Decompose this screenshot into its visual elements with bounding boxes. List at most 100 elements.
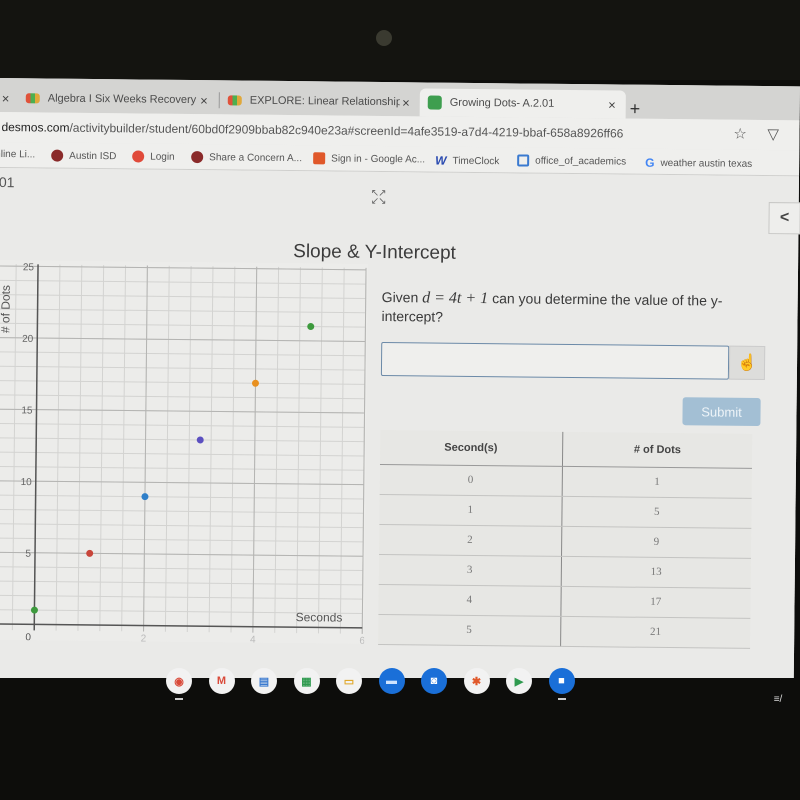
tab-close-button[interactable]: × <box>608 97 616 112</box>
bookmark-timeclock[interactable]: W TimeClock <box>435 154 499 169</box>
zoom-app-icon[interactable]: ■ <box>548 668 575 694</box>
bookmark-share-concern[interactable]: Share a Concern A... <box>191 151 302 164</box>
gmail-app-icon[interactable]: M <box>208 668 235 694</box>
graph-background <box>0 259 369 644</box>
bookmark-label: Login <box>150 151 175 163</box>
bookmark-label: TimeClock <box>452 155 500 167</box>
play-store-app-icon[interactable]: ▶ <box>506 668 532 694</box>
equation: d = 4t + 1 <box>422 289 489 308</box>
photos-app-icon[interactable]: ✱ <box>463 668 490 694</box>
files-app-icon[interactable]: ▬ <box>378 668 405 694</box>
table-row: 3 13 <box>378 553 752 588</box>
bookmark-google-signin[interactable]: Sign in - Google Ac... <box>313 152 425 165</box>
bookmark-star-icon[interactable]: ☆ <box>733 125 747 143</box>
y-tick-label: 25 <box>23 262 35 273</box>
screen-code: 01 <box>0 173 15 191</box>
new-tab-button[interactable]: + <box>630 99 641 120</box>
bookmark-label: office_of_academics <box>535 155 627 168</box>
tab-close-button[interactable]: × <box>200 93 208 108</box>
y-tick-label: 10 <box>21 477 33 488</box>
table-row: 4 17 <box>378 583 751 618</box>
slides-app-icon[interactable]: ▭ <box>336 668 362 694</box>
timeclock-w-icon: W <box>435 153 447 168</box>
cell-seconds: 4 <box>378 583 561 616</box>
cell-seconds: 2 <box>379 523 562 556</box>
x-axis-label: Seconds <box>296 610 343 624</box>
tab-close-partial[interactable]: × <box>0 84 14 112</box>
apple-icon <box>51 149 64 162</box>
cell-seconds: 0 <box>379 464 562 496</box>
column-header-dots: # of Dots <box>561 431 753 468</box>
sheets-app-icon[interactable]: ▦ <box>293 668 320 694</box>
cell-dots: 17 <box>560 585 751 618</box>
screen: × Algebra I Six Weeks Recovery M × EXPLO… <box>0 78 800 687</box>
running-indicator <box>557 698 566 700</box>
y-tick-label: 15 <box>21 405 33 416</box>
google-g-icon: G <box>645 155 655 170</box>
cell-dots: 21 <box>560 615 751 648</box>
status-tray-icon[interactable]: ≡/ <box>766 690 790 710</box>
x-tick-label: 4 <box>250 635 256 644</box>
doc-icon <box>517 154 530 167</box>
page-title: Slope & Y-Intercept <box>293 241 456 264</box>
extension-icon[interactable]: ▽ <box>767 125 779 143</box>
tab-title: EXPLORE: Linear Relationships <box>249 94 400 109</box>
cell-seconds: 1 <box>379 493 562 526</box>
tab-title: Algebra I Six Weeks Recovery M <box>47 92 198 107</box>
cell-dots: 13 <box>560 555 752 588</box>
google-signin-icon <box>313 152 326 165</box>
cell-seconds: 3 <box>378 553 562 586</box>
growing-dots-favicon-icon <box>427 95 442 110</box>
desmos-favicon-icon <box>25 93 40 104</box>
bookmark-label: Sign in - Google Ac... <box>331 152 426 165</box>
question-text: Given <box>381 289 423 306</box>
camera-app-icon[interactable]: ◙ <box>421 668 447 694</box>
bookmark-austin-isd[interactable]: Austin ISD <box>51 149 117 163</box>
webcam <box>376 30 392 46</box>
expand-fullscreen-icon[interactable]: ↖↗ ↙↘ <box>371 188 386 207</box>
table-row: 29 <box>379 523 752 558</box>
cell-dots: 5 <box>561 495 752 528</box>
tab-title: Growing Dots- A.2.01 <box>449 96 555 110</box>
desmos-activity-page: 01 ↖↗ ↙↘ < Slope & Y-Intercept 0 2 4 6 5 10 15 2… <box>0 167 800 687</box>
login-icon <box>132 150 145 163</box>
submit-button[interactable]: Submit <box>682 397 761 426</box>
apple-icon <box>191 151 204 164</box>
table-row: 15 <box>379 493 752 528</box>
table-row: 01 <box>379 464 752 498</box>
laptop-bezel <box>0 0 800 80</box>
cell-seconds: 5 <box>378 613 561 646</box>
chrome-app-icon[interactable]: ◉ <box>166 668 192 694</box>
bookmark-label: Austin ISD <box>69 150 117 162</box>
y-tick-label: 5 <box>25 549 31 560</box>
bookmark-label: Share a Concern A... <box>209 151 303 164</box>
bookmark-login[interactable]: Login <box>132 150 175 163</box>
x-tick-label: 6 <box>359 636 365 644</box>
docs-app-icon[interactable]: ▤ <box>251 668 277 694</box>
table-row: 5 21 <box>378 613 751 648</box>
back-button[interactable]: < <box>768 202 800 235</box>
bookmark-weather[interactable]: Gweather austin texas <box>645 156 752 171</box>
tab-growing-dots[interactable]: Growing Dots- A.2.01 × <box>419 88 626 119</box>
scatter-graph[interactable]: 0 2 4 6 5 10 15 20 25 Seconds # of Dots <box>0 259 369 644</box>
bookmark-label: nline Li... <box>0 148 36 161</box>
url-text[interactable]: desmos.com/activitybuilder/student/60bd0… <box>1 120 623 141</box>
x-tick-label: 0 <box>25 632 31 643</box>
data-table: Second(s) # of Dots 0 1 1 5 2 9 3 13 4 17 5 21 <box>378 430 753 649</box>
desmos-favicon-icon <box>227 95 242 106</box>
tab-algebra-recovery[interactable]: Algebra I Six Weeks Recovery M × <box>18 84 220 114</box>
x-tick-label: 2 <box>141 634 147 644</box>
chromeos-shelf <box>0 678 800 800</box>
bookmark-online[interactable]: nline Li... <box>0 149 35 160</box>
cell-dots: 1 <box>561 465 752 498</box>
tab-explore-linear[interactable]: EXPLORE: Linear Relationships × <box>220 86 420 116</box>
bookmark-office-of-academics[interactable]: office_of_academics <box>517 154 626 167</box>
hand-pointer-icon[interactable]: ☝ <box>728 345 766 381</box>
tab-close-button[interactable]: × <box>402 95 410 110</box>
question-prompt: Given d = 4t + 1 can you determine the v… <box>381 288 781 329</box>
column-header-seconds: Second(s) <box>379 430 563 466</box>
running-indicator <box>175 698 183 700</box>
answer-input[interactable] <box>380 342 730 380</box>
cell-dots: 9 <box>561 525 752 558</box>
y-axis-label: # of Dots <box>0 285 13 333</box>
